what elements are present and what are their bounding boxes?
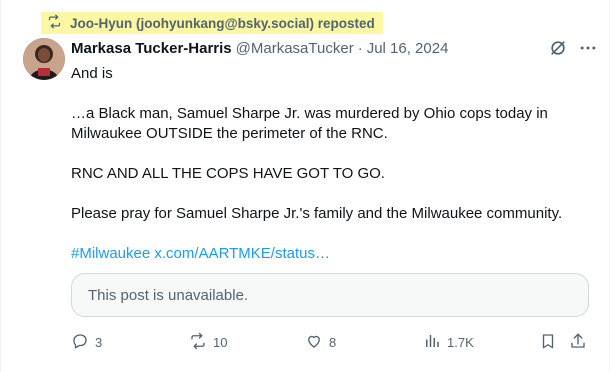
share-button[interactable] [569, 330, 587, 354]
tweet-card: Joo-Hyun (joohyunkang@bsky.social) repos… [0, 0, 610, 372]
post-text-line: Please pray for Samuel Sharpe Jr.'s fami… [71, 205, 563, 222]
post-text-line: RNC AND ALL THE COPS HAVE GOT TO GO. [71, 165, 385, 182]
post-date[interactable]: Jul 16, 2024 [367, 40, 449, 57]
bookmark-icon [539, 332, 557, 353]
repost-banner[interactable]: Joo-Hyun (joohyunkang@bsky.social) repos… [41, 12, 383, 34]
heart-icon [305, 332, 323, 353]
quoted-post-unavailable: This post is unavailable. [71, 273, 589, 317]
author-handle[interactable]: @MarkasaTucker [236, 40, 354, 57]
action-bar: 3 10 8 1.7K [71, 330, 591, 354]
author-name[interactable]: Markasa Tucker-Harris [71, 40, 232, 57]
post-header: Markasa Tucker-Harris @MarkasaTucker · J… [71, 38, 599, 58]
header-separator: · [357, 39, 363, 57]
repost-label: Joo-Hyun (joohyunkang@bsky.social) repos… [70, 15, 375, 31]
share-icon [569, 332, 587, 353]
like-count: 8 [329, 334, 337, 350]
repost-icon [47, 14, 62, 32]
analytics-icon [423, 332, 441, 353]
repost-button[interactable]: 10 [189, 330, 227, 354]
reply-count: 3 [95, 334, 103, 350]
post-text-line: And is [71, 65, 113, 82]
hashtag-link[interactable]: #Milwaukee [71, 245, 150, 262]
reply-button[interactable]: 3 [71, 330, 102, 354]
external-link[interactable]: x.com/AARTMKE/status… [154, 245, 330, 262]
bookmark-button[interactable] [539, 330, 557, 354]
more-options-icon[interactable] [577, 37, 599, 59]
views-button[interactable]: 1.7K [423, 330, 474, 354]
grok-icon[interactable] [547, 37, 569, 59]
views-count: 1.7K [447, 334, 474, 350]
reply-icon [71, 332, 89, 353]
avatar[interactable] [23, 38, 65, 80]
repost-count: 10 [213, 334, 228, 350]
like-button[interactable]: 8 [305, 330, 336, 354]
repost-icon [189, 332, 207, 353]
post-text-line: Milwaukee OUTSIDE the perimeter of the R… [71, 125, 388, 142]
post-body: And is …a Black man, Samuel Sharpe Jr. w… [71, 64, 591, 264]
post-links: #Milwaukee x.com/AARTMKE/status… [71, 244, 591, 264]
post-text-line: …a Black man, Samuel Sharpe Jr. was murd… [71, 105, 548, 122]
unavailable-text: This post is unavailable. [88, 286, 249, 304]
